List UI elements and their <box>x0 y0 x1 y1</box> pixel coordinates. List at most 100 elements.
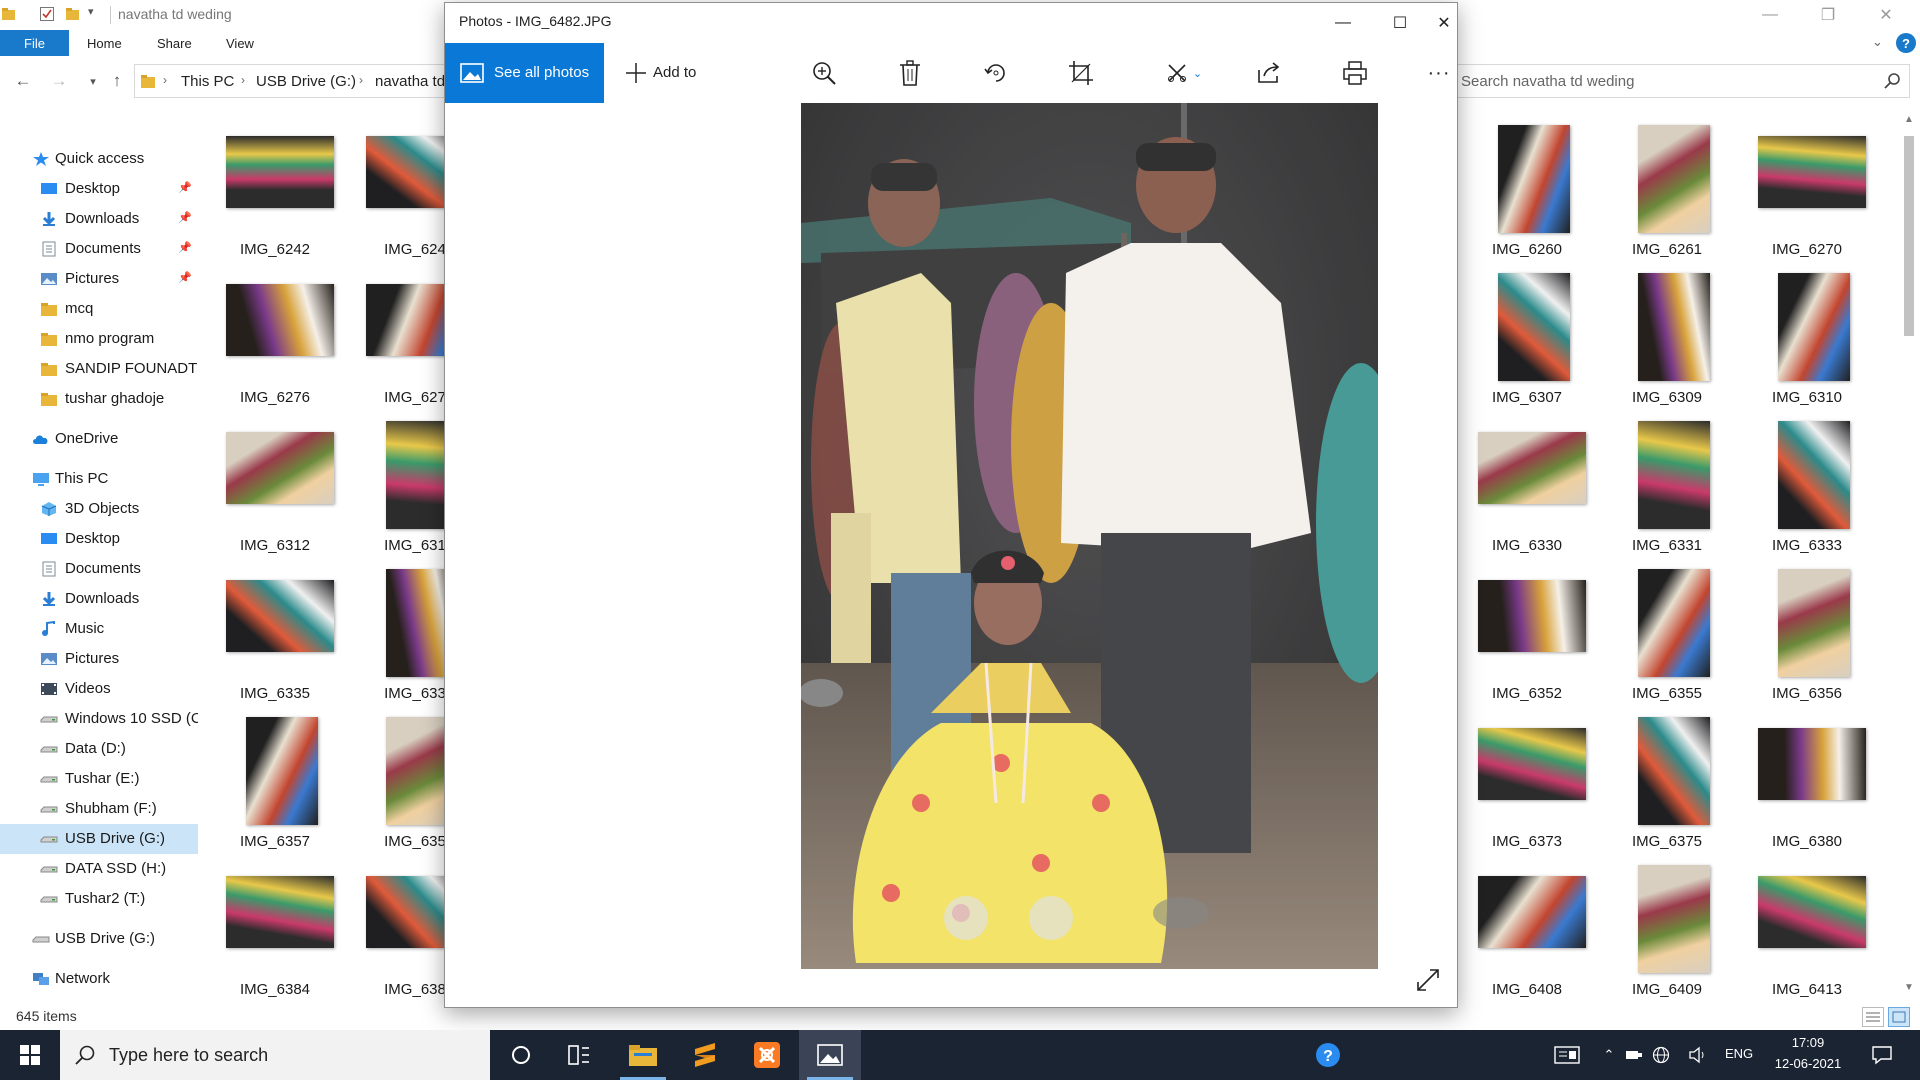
file-item[interactable]: IMG_6380 <box>1742 704 1872 852</box>
nav-item-documents[interactable]: Documents 📌 <box>0 234 198 264</box>
file-item[interactable]: IMG_6373 <box>1462 704 1592 852</box>
delete-icon[interactable] <box>892 55 928 91</box>
nav-item-tushar-ghadoje[interactable]: tushar ghadoje <box>0 384 198 414</box>
clock-time[interactable]: 17:09 <box>1784 1035 1832 1050</box>
volume-icon[interactable] <box>1684 1030 1712 1080</box>
nav-item-data-d[interactable]: Data (D:) <box>0 734 198 764</box>
photos-minimize-button[interactable]: — <box>1315 3 1371 43</box>
nav-item-usb-drive-g[interactable]: USB Drive (G:) <box>0 824 198 854</box>
nav-item-3d-objects[interactable]: 3D Objects <box>0 494 198 524</box>
print-icon[interactable] <box>1337 55 1373 91</box>
start-button[interactable] <box>0 1030 60 1080</box>
nav-item-nmo-program[interactable]: nmo program <box>0 324 198 354</box>
nav-item-sandip-founadtion[interactable]: SANDIP FOUNADTION <box>0 354 198 384</box>
add-to-button[interactable]: Add to <box>617 43 717 103</box>
chevron-up-icon[interactable]: ⌃ <box>1598 1030 1620 1080</box>
restore-button[interactable]: ❐ <box>1800 0 1856 30</box>
address-bar[interactable]: › This PC › USB Drive (G:) › navatha td … <box>134 64 497 98</box>
new-folder-icon[interactable] <box>66 7 80 21</box>
file-item[interactable]: IMG_633 <box>350 556 444 704</box>
search-box[interactable]: Search navatha td weding <box>1442 64 1910 98</box>
nav-item-this-pc[interactable]: This PC <box>0 464 198 494</box>
file-item[interactable]: IMG_6312 <box>210 408 340 556</box>
nav-item-data-ssd-h[interactable]: DATA SSD (H:) <box>0 854 198 884</box>
edit-and-create-icon[interactable]: ⌄ <box>1159 55 1209 91</box>
file-item[interactable]: IMG_6352 <box>1462 556 1592 704</box>
cortana-icon[interactable] <box>490 1030 552 1080</box>
share-icon[interactable] <box>1251 55 1287 91</box>
nav-item-shubham-f[interactable]: Shubham (F:) <box>0 794 198 824</box>
photos-taskbar-icon[interactable] <box>799 1030 861 1080</box>
clock-date[interactable]: 12-06-2021 <box>1771 1056 1845 1071</box>
file-item[interactable]: IMG_6357 <box>210 704 340 852</box>
file-item[interactable]: IMG_6309 <box>1602 260 1732 408</box>
expand-ribbon-icon[interactable]: ⌄ <box>1872 34 1883 50</box>
tab-file[interactable]: File <box>0 30 69 56</box>
file-item[interactable]: IMG_6331 <box>1602 408 1732 556</box>
nav-item-pictures[interactable]: Pictures 📌 <box>0 264 198 294</box>
see-all-photos-button[interactable]: See all photos <box>445 43 604 103</box>
help-icon[interactable]: ? <box>1896 33 1916 53</box>
taskbar-search-box[interactable]: Type here to search <box>60 1030 490 1080</box>
expand-icon[interactable] <box>1413 965 1443 995</box>
nav-item-music[interactable]: Music <box>0 614 198 644</box>
up-arrow-icon[interactable]: ↑ <box>106 70 128 92</box>
photo-view[interactable] <box>801 103 1378 969</box>
file-item[interactable]: IMG_6413 <box>1742 852 1872 1000</box>
nav-item-desktop[interactable]: Desktop 📌 <box>0 174 198 204</box>
vertical-scrollbar[interactable]: ▲ ▼ <box>1898 112 1920 1000</box>
file-item[interactable]: IMG_6375 <box>1602 704 1732 852</box>
help-tray-icon[interactable]: ? <box>1310 1030 1346 1080</box>
zoom-icon[interactable] <box>806 55 842 91</box>
file-item[interactable]: IMG_6310 <box>1742 260 1872 408</box>
scrollbar-thumb[interactable] <box>1904 136 1914 336</box>
file-item[interactable]: IMG_6409 <box>1602 852 1732 1000</box>
nav-item-documents[interactable]: Documents <box>0 554 198 584</box>
rotate-icon[interactable] <box>978 55 1014 91</box>
xampp-icon[interactable] <box>736 1030 798 1080</box>
back-arrow-icon[interactable]: ← <box>12 70 34 92</box>
more-options-icon[interactable]: ··· <box>1421 55 1457 91</box>
file-item[interactable]: IMG_6408 <box>1462 852 1592 1000</box>
nav-item-pictures[interactable]: Pictures <box>0 644 198 674</box>
breadcrumb-usb-drive[interactable]: USB Drive (G:) <box>256 73 356 90</box>
nav-item-desktop[interactable]: Desktop <box>0 524 198 554</box>
file-item[interactable]: IMG_6242 <box>210 112 340 260</box>
file-item[interactable]: IMG_6276 <box>210 260 340 408</box>
customize-qat-icon[interactable]: ▾ <box>88 5 94 18</box>
usb-icon[interactable] <box>1622 1030 1646 1080</box>
photos-maximize-button[interactable]: ☐ <box>1372 3 1428 43</box>
nav-item-tushar2-t[interactable]: Tushar2 (T:) <box>0 884 198 914</box>
file-item[interactable]: IMG_6356 <box>1742 556 1872 704</box>
file-item[interactable]: IMG_6333 <box>1742 408 1872 556</box>
sublime-text-icon[interactable] <box>674 1030 736 1080</box>
recent-locations-icon[interactable]: ▾ <box>82 70 104 92</box>
minimize-button[interactable]: — <box>1742 0 1798 30</box>
tab-home[interactable]: Home <box>87 30 122 56</box>
notifications-icon[interactable] <box>1862 1030 1902 1080</box>
file-item[interactable]: IMG_6355 <box>1602 556 1732 704</box>
details-view-icon[interactable] <box>1862 1007 1884 1027</box>
nav-item-downloads[interactable]: Downloads 📌 <box>0 204 198 234</box>
file-item[interactable]: IMG_631 <box>350 408 444 556</box>
crop-icon[interactable] <box>1063 55 1099 91</box>
file-item[interactable]: IMG_627 <box>350 260 444 408</box>
properties-icon[interactable] <box>40 7 54 21</box>
file-item[interactable]: IMG_6335 <box>210 556 340 704</box>
file-item[interactable]: IMG_635 <box>350 704 444 852</box>
file-item[interactable]: IMG_638 <box>350 852 444 1000</box>
nav-item-usb-drive-g[interactable]: USB Drive (G:) <box>0 924 198 954</box>
news-icon[interactable] <box>1550 1030 1584 1080</box>
file-item[interactable]: IMG_6384 <box>210 852 340 1000</box>
scroll-down-icon[interactable]: ▼ <box>1904 982 1914 993</box>
file-item[interactable]: IMG_6260 <box>1462 112 1592 260</box>
network-globe-icon[interactable] <box>1648 1030 1674 1080</box>
search-icon[interactable] <box>1883 72 1901 90</box>
nav-item-network[interactable]: Network <box>0 964 198 994</box>
file-item[interactable]: IMG_624 <box>350 112 444 260</box>
forward-arrow-icon[interactable]: → <box>48 70 70 92</box>
photos-close-button[interactable]: ✕ <box>1429 3 1457 43</box>
nav-item-downloads[interactable]: Downloads <box>0 584 198 614</box>
large-icons-view-icon[interactable] <box>1888 1007 1910 1027</box>
breadcrumb-this-pc[interactable]: This PC <box>181 73 234 90</box>
